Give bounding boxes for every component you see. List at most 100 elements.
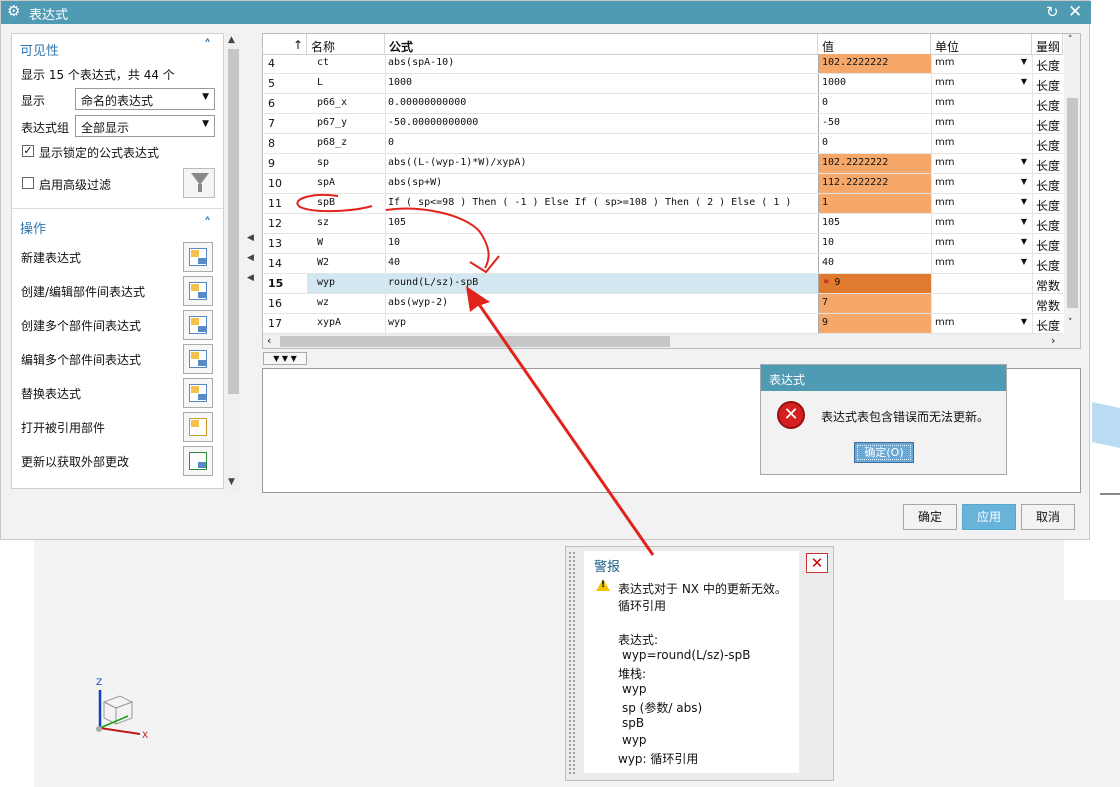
- show-locked-checkbox[interactable]: ✓: [22, 145, 34, 157]
- chevron-up-icon[interactable]: ˄: [204, 38, 211, 54]
- table-hscroll[interactable]: ‹ ›: [263, 334, 1080, 348]
- expression-formula[interactable]: 0: [385, 134, 818, 153]
- chevron-up-icon[interactable]: ˄: [204, 216, 211, 232]
- expression-name[interactable]: sp: [307, 154, 385, 173]
- expression-name[interactable]: L: [307, 74, 385, 93]
- col-unit[interactable]: 单位: [931, 34, 1032, 54]
- display-select[interactable]: 命名的表达式 ▼: [75, 88, 215, 110]
- expression-name[interactable]: ct: [307, 54, 385, 73]
- op-new-expression[interactable]: 新建表达式: [12, 240, 223, 274]
- op-update-external[interactable]: 更新以获取外部更改: [12, 444, 223, 478]
- op-multi-interpart-create[interactable]: 创建多个部件间表达式: [12, 308, 223, 342]
- chevron-down-icon[interactable]: ▼: [1021, 157, 1027, 166]
- expression-name[interactable]: xypA: [307, 314, 385, 333]
- error-ok-button[interactable]: 确定(O): [854, 442, 914, 463]
- table-row[interactable]: 6 p66_x 0.00000000000 0 mm 长度: [263, 94, 1063, 114]
- chevron-down-icon[interactable]: ▼: [1021, 237, 1027, 246]
- expression-formula[interactable]: round(L/sz)-spB: [385, 274, 818, 293]
- expand-details-button[interactable]: ▼ ▼ ▼: [263, 352, 307, 365]
- table-row[interactable]: 11 spB If ( sp<=98 ) Then ( -1 ) Else If (…: [263, 194, 1063, 214]
- table-row[interactable]: 7 p67_y -50.00000000000 -50 mm 长度: [263, 114, 1063, 134]
- drag-handle[interactable]: [568, 551, 576, 776]
- expression-name[interactable]: p68_z: [307, 134, 385, 153]
- expression-unit[interactable]: mm ▼: [931, 214, 1032, 233]
- expression-name[interactable]: W2: [307, 254, 385, 273]
- expression-formula[interactable]: 0.00000000000: [385, 94, 818, 113]
- expression-unit[interactable]: mm ▼: [931, 174, 1032, 193]
- expression-name[interactable]: spB: [307, 194, 385, 213]
- chevron-down-icon[interactable]: ▼: [1021, 57, 1027, 66]
- expression-unit[interactable]: mm: [931, 94, 1032, 113]
- scroll-thumb[interactable]: [228, 49, 239, 394]
- advanced-filter-checkbox[interactable]: [22, 177, 34, 189]
- panel-splitter[interactable]: ◀ ◀ ◀: [247, 233, 255, 283]
- chevron-down-icon[interactable]: ▼: [1021, 217, 1027, 226]
- expression-unit[interactable]: mm: [931, 134, 1032, 153]
- expression-unit[interactable]: mm ▼: [931, 74, 1032, 93]
- op-replace-expression[interactable]: 替换表达式: [12, 376, 223, 410]
- expression-name[interactable]: wyp: [307, 274, 385, 293]
- expression-formula[interactable]: 1000: [385, 74, 818, 93]
- scroll-right-icon[interactable]: ›: [1051, 334, 1055, 347]
- update-external-icon[interactable]: [183, 446, 213, 476]
- open-folder-icon[interactable]: [183, 412, 213, 442]
- replace-expression-icon[interactable]: [183, 378, 213, 408]
- group-select[interactable]: 全部显示 ▼: [75, 115, 215, 137]
- table-vscroll[interactable]: ˄ ˅: [1064, 34, 1080, 334]
- expression-name[interactable]: sz: [307, 214, 385, 233]
- expression-formula[interactable]: -50.00000000000: [385, 114, 818, 133]
- expression-unit[interactable]: mm ▼: [931, 254, 1032, 273]
- cancel-button[interactable]: 取消: [1021, 504, 1075, 530]
- expression-formula[interactable]: 10: [385, 234, 818, 253]
- expression-name[interactable]: p67_y: [307, 114, 385, 133]
- table-row[interactable]: 13 W 10 10 mm ▼ 长度: [263, 234, 1063, 254]
- expression-name[interactable]: W: [307, 234, 385, 253]
- graphics-window[interactable]: [0, 540, 1120, 787]
- op-multi-interpart-edit[interactable]: 编辑多个部件间表达式: [12, 342, 223, 376]
- chevron-down-icon[interactable]: ▼: [1021, 257, 1027, 266]
- table-row[interactable]: 4 ct abs(spA-10) 102.2222222 mm ▼ 长度: [263, 54, 1063, 74]
- filter-button[interactable]: [183, 168, 215, 198]
- expression-name[interactable]: p66_x: [307, 94, 385, 113]
- col-dimension[interactable]: 量纲: [1032, 34, 1063, 54]
- chevron-down-icon[interactable]: ▼: [1021, 77, 1027, 86]
- scroll-left-icon[interactable]: ‹: [267, 334, 271, 347]
- expression-unit[interactable]: mm: [931, 114, 1032, 133]
- reset-icon[interactable]: ↻: [1046, 3, 1059, 21]
- expression-formula[interactable]: wyp: [385, 314, 818, 333]
- expression-formula[interactable]: 40: [385, 254, 818, 273]
- chevron-down-icon[interactable]: ▼: [1021, 317, 1027, 326]
- expression-formula[interactable]: If ( sp<=98 ) Then ( -1 ) Else If ( sp>=…: [385, 194, 818, 213]
- table-row[interactable]: 12 sz 105 105 mm ▼ 长度: [263, 214, 1063, 234]
- col-value[interactable]: 值: [818, 34, 931, 54]
- expression-unit[interactable]: mm ▼: [931, 314, 1032, 333]
- scroll-down-icon[interactable]: ▼: [228, 477, 235, 487]
- scroll-thumb[interactable]: [1067, 98, 1078, 308]
- multi-interpart-create-icon[interactable]: [183, 310, 213, 340]
- op-open-referenced-part[interactable]: 打开被引用部件: [12, 410, 223, 444]
- table-row[interactable]: 5 L 1000 1000 mm ▼ 长度: [263, 74, 1063, 94]
- table-row[interactable]: 17 xypA wyp 9 mm ▼ 长度: [263, 314, 1063, 334]
- interpart-edit-icon[interactable]: [183, 276, 213, 306]
- close-icon[interactable]: ✕: [1068, 2, 1082, 22]
- close-icon[interactable]: ✕: [806, 553, 828, 573]
- expression-name[interactable]: wz: [307, 294, 385, 313]
- multi-interpart-edit-icon[interactable]: [183, 344, 213, 374]
- table-row[interactable]: 15 wyp round(L/sz)-spB ⚭ 9 常数: [263, 274, 1063, 294]
- scroll-down-icon[interactable]: ˅: [1068, 318, 1073, 328]
- table-row[interactable]: 10 spA abs(sp+W) 112.2222222 mm ▼ 长度: [263, 174, 1063, 194]
- expression-formula[interactable]: abs((L-(wyp-1)*W)/xypA): [385, 154, 818, 173]
- col-sort[interactable]: ↑: [263, 34, 307, 54]
- chevron-down-icon[interactable]: ▼: [1021, 177, 1027, 186]
- visibility-section-header[interactable]: 可见性 ˄: [12, 36, 223, 60]
- expression-unit[interactable]: mm ▼: [931, 154, 1032, 173]
- scroll-thumb[interactable]: [280, 336, 670, 347]
- table-row[interactable]: 16 wz abs(wyp-2) 7 常数: [263, 294, 1063, 314]
- table-row[interactable]: 8 p68_z 0 0 mm 长度: [263, 134, 1063, 154]
- expression-unit[interactable]: mm ▼: [931, 194, 1032, 213]
- new-expression-icon[interactable]: [183, 242, 213, 272]
- apply-button[interactable]: 应用: [962, 504, 1016, 530]
- table-row[interactable]: 9 sp abs((L-(wyp-1)*W)/xypA) 102.2222222 mm ▼…: [263, 154, 1063, 174]
- col-name[interactable]: 名称: [307, 34, 385, 54]
- ok-button[interactable]: 确定: [903, 504, 957, 530]
